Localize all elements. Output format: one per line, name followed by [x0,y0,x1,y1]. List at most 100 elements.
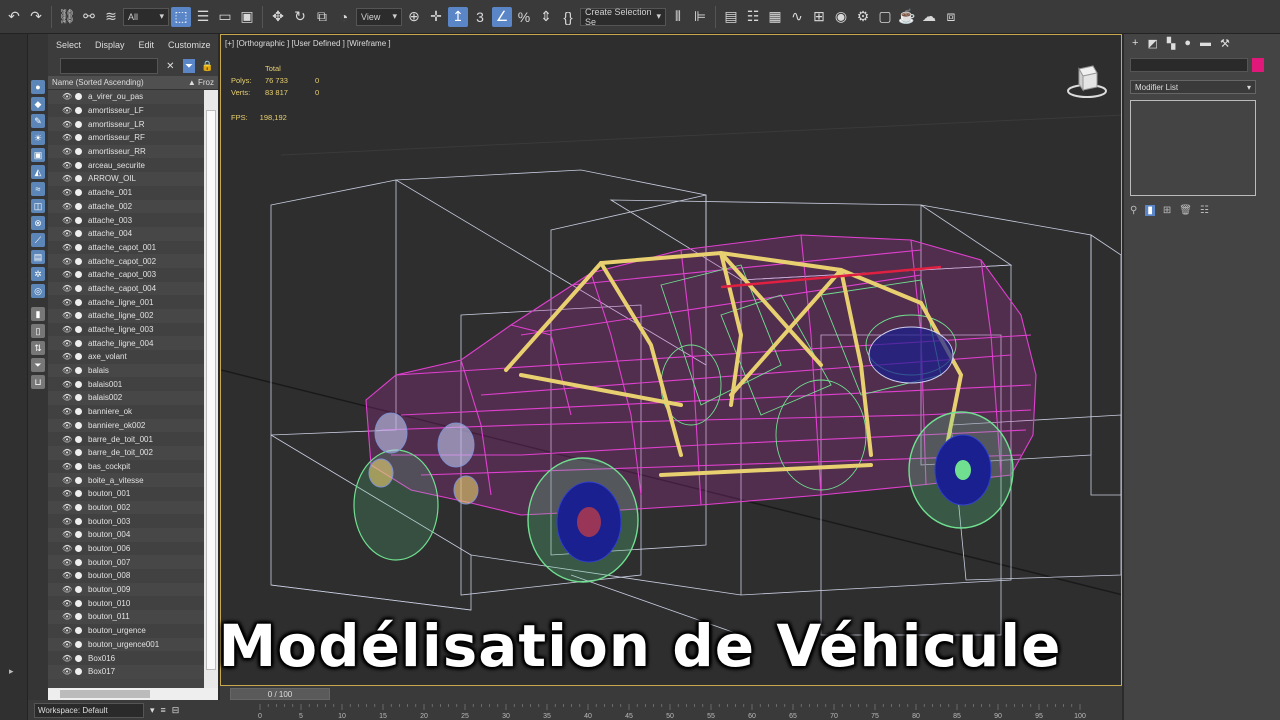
curve-editor-icon[interactable]: ∿ [787,7,807,27]
display-invert-icon[interactable]: ▯ [31,324,45,338]
freeze-toggle-icon[interactable] [75,120,82,128]
display-helpers-icon[interactable]: ◭ [31,165,45,179]
rotate-icon[interactable]: ↻ [290,7,310,27]
visibility-eye-icon[interactable]: 👁 [62,202,72,211]
display-cameras-icon[interactable]: ▣ [31,148,45,162]
menu-select[interactable]: Select [56,40,81,50]
column-frozen[interactable]: ▲ Froz [188,78,214,87]
list-item[interactable]: 👁 attache_capot_002 [48,254,204,268]
visibility-eye-icon[interactable]: 👁 [62,92,72,101]
ribbon-toggle-icon[interactable]: ▦ [765,7,785,27]
scene-explorer-toggle-icon[interactable]: ▤ [721,7,741,27]
visibility-eye-icon[interactable]: 👁 [62,599,72,608]
motion-tab-icon[interactable]: ● [1184,37,1191,49]
freeze-toggle-icon[interactable] [75,367,82,375]
menu-edit[interactable]: Edit [139,40,155,50]
search-input[interactable] [60,58,158,74]
timeline[interactable]: 0 / 100 0 5 10 15 20 25 30 35 40 45 50 55 60 65 70 75 80… [220,686,1122,720]
list-item[interactable]: 👁 attache_capot_004 [48,281,204,296]
visibility-eye-icon[interactable]: 👁 [62,558,72,567]
visibility-eye-icon[interactable]: 👁 [62,476,72,485]
visibility-eye-icon[interactable]: 👁 [62,133,72,142]
freeze-toggle-icon[interactable] [75,339,82,347]
redo-icon[interactable]: ↷ [26,7,46,27]
remove-modifier-icon[interactable]: 🗑 [1179,205,1192,216]
list-item[interactable]: 👁 attache_ligne_003 [48,322,204,337]
freeze-toggle-icon[interactable] [75,408,82,416]
list-item[interactable]: 👁 attache_capot_001 [48,240,204,255]
visibility-eye-icon[interactable]: 👁 [62,585,72,594]
freeze-toggle-icon[interactable] [75,476,82,484]
freeze-toggle-icon[interactable] [75,284,82,292]
freeze-toggle-icon[interactable] [75,148,82,156]
snaps-toggle-icon[interactable]: 3 [470,7,490,27]
rectangular-selection-icon[interactable]: ▭ [215,7,235,27]
list-item[interactable]: 👁 balais001 [48,377,204,392]
filter-icon[interactable]: ⏷ [31,358,45,372]
modify-tab-icon[interactable]: ◩ [1147,37,1157,50]
scale-icon[interactable]: ⧉ [312,7,332,27]
visibility-eye-icon[interactable]: 👁 [62,393,72,402]
visibility-eye-icon[interactable]: 👁 [62,448,72,457]
list-item[interactable]: 👁 bouton_004 [48,528,204,542]
freeze-toggle-icon[interactable] [75,271,82,279]
list-item[interactable]: 👁 bouton_001 [48,486,204,501]
place-icon[interactable]: ◔ [334,7,354,27]
bind-space-warp-icon[interactable]: ≋ [101,7,121,27]
list-item[interactable]: 👁 arceau_securite [48,158,204,173]
horizontal-scrollbar[interactable] [48,688,218,700]
list-item[interactable]: 👁 attache_002 [48,199,204,214]
display-shapes-icon[interactable]: ✎ [31,114,45,128]
material-editor-icon[interactable]: ◉ [831,7,851,27]
vertical-scrollbar[interactable] [204,90,218,690]
freeze-toggle-icon[interactable] [75,380,82,388]
freeze-toggle-icon[interactable] [75,572,82,580]
display-xrefs-icon[interactable]: ⊗ [31,216,45,230]
freeze-toggle-icon[interactable] [75,531,82,539]
rendered-frame-window-icon[interactable]: ▢ [875,7,895,27]
freeze-toggle-icon[interactable] [75,93,82,101]
layers-icon[interactable]: ≡ [161,705,166,715]
visibility-eye-icon[interactable]: 👁 [62,517,72,526]
viewport-label[interactable]: [+] [Orthographic ] [User Defined ] [Wir… [225,39,391,48]
display-space-warps-icon[interactable]: ≈ [31,182,45,196]
render-setup-icon[interactable]: ⚙ [853,7,873,27]
filter-toggle-icon[interactable]: ⏷ [182,59,196,73]
menu-customize[interactable]: Customize [168,40,211,50]
play-icon[interactable]: ▸ [9,666,14,677]
lock-icon[interactable]: 🔒 [201,59,214,73]
list-item[interactable]: 👁 amortisseur_LF [48,103,204,118]
visibility-eye-icon[interactable]: 👁 [62,174,72,183]
modifier-stack[interactable] [1130,100,1256,196]
list-item[interactable]: 👁 bouton_010 [48,596,204,611]
list-item[interactable]: 👁 bouton_009 [48,582,204,597]
scrollbar-thumb[interactable] [60,690,150,698]
visibility-eye-icon[interactable]: 👁 [62,270,72,279]
freeze-toggle-icon[interactable] [75,503,82,511]
keyboard-shortcut-override-icon[interactable]: ↥ [448,6,468,27]
named-selection-set-dropdown[interactable]: Create Selection Se ▾ [580,7,666,27]
unlink-icon[interactable]: ⚯ [79,7,99,27]
list-item[interactable]: 👁 boite_a_vitesse [48,473,204,487]
render-production-icon[interactable]: ☕ [897,7,917,27]
object-color-swatch[interactable] [1252,58,1264,72]
freeze-toggle-icon[interactable] [75,394,82,402]
visibility-eye-icon[interactable]: 👁 [62,407,72,416]
display-groups-icon[interactable]: ◫ [31,199,45,213]
visibility-eye-icon[interactable]: 👁 [62,284,72,293]
move-icon[interactable]: ✥ [268,7,288,27]
list-item[interactable]: 👁 bas_cockpit [48,459,204,474]
list-item[interactable]: 👁 attache_ligne_004 [48,336,204,351]
maxscript-mini-listener[interactable]: ▸ [0,660,28,720]
create-tab-icon[interactable]: + [1132,37,1138,49]
configure-modifier-sets-icon[interactable]: ☷ [1200,205,1209,216]
visibility-eye-icon[interactable]: 👁 [62,147,72,156]
list-item[interactable]: 👁 amortisseur_LR [48,117,204,132]
percent-snap-icon[interactable]: % [514,7,534,27]
list-item[interactable]: 👁 amortisseur_RF [48,131,204,145]
freeze-toggle-icon[interactable] [75,462,82,470]
visibility-eye-icon[interactable]: 👁 [62,311,72,320]
freeze-toggle-icon[interactable] [75,189,82,197]
freeze-toggle-icon[interactable] [75,326,82,334]
list-item[interactable]: 👁 bouton_007 [48,555,204,570]
